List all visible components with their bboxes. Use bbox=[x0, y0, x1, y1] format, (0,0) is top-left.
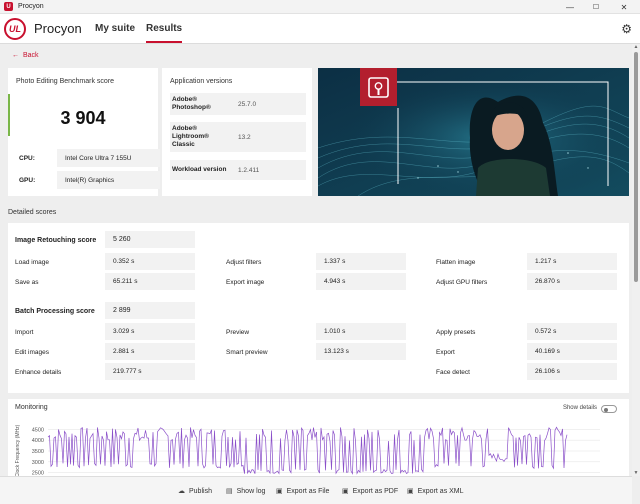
metric-label: Edit images bbox=[15, 349, 49, 356]
metric-value: 219.777 s bbox=[105, 363, 195, 380]
metric-label: Preview bbox=[226, 329, 250, 336]
publish-label: Publish bbox=[189, 487, 212, 495]
scroll-down-icon[interactable]: ▼ bbox=[632, 470, 640, 476]
metric-value: 26.106 s bbox=[527, 363, 617, 380]
export-pdf-label: Export as PDF bbox=[352, 487, 399, 495]
version-name: Adobe® Lightroom® Classic bbox=[172, 125, 209, 148]
metric-label: Flatten image bbox=[436, 259, 476, 266]
nav-results[interactable]: Results bbox=[146, 23, 183, 43]
metric-value: 1.217 s bbox=[527, 253, 617, 270]
app-header: UL Procyon My suite Results ⚙ bbox=[0, 14, 640, 44]
version-value: 25.7.0 bbox=[234, 93, 306, 115]
benchmark-hero-image bbox=[318, 68, 629, 196]
group-score: 2 899 bbox=[105, 302, 195, 319]
show-log-label: Show log bbox=[236, 487, 266, 495]
y-axis-label: Clock Frequency (MHz) bbox=[15, 424, 21, 476]
gear-icon[interactable]: ⚙ bbox=[621, 22, 632, 36]
document-icon: ▤ bbox=[226, 488, 233, 495]
publish-button[interactable]: ☁ Publish bbox=[178, 487, 212, 496]
metric-value: 3.029 s bbox=[105, 323, 195, 340]
y-tick-label: 4500 bbox=[32, 427, 44, 433]
export-file-button[interactable]: ▣ Export as File bbox=[276, 487, 330, 496]
group-title: Batch Processing score bbox=[15, 308, 95, 315]
hero-illustration bbox=[318, 68, 629, 196]
score-value: 3 904 bbox=[60, 108, 106, 128]
minimize-button[interactable]: — bbox=[558, 0, 582, 14]
nav-my-suite[interactable]: My suite bbox=[95, 23, 135, 34]
footer-bar: ☁ Publish ▤ Show log ▣ Export as File ▣ … bbox=[0, 476, 632, 504]
group-title: Image Retouching score bbox=[15, 237, 97, 244]
arrow-left-icon: ← bbox=[12, 52, 19, 59]
monitoring-chart: 45004000350030002500Clock Frequency (MHz… bbox=[15, 424, 600, 476]
cpu-label: CPU: bbox=[19, 155, 35, 162]
metric-label: Export image bbox=[226, 279, 265, 286]
metric-label: Save as bbox=[15, 279, 39, 286]
cpu-value: Intel Core Ultra 7 155U bbox=[57, 149, 160, 167]
metric-value: 2.881 s bbox=[105, 343, 195, 360]
back-label: Back bbox=[23, 52, 39, 59]
version-value: 13.2 bbox=[234, 122, 306, 152]
show-details-toggle[interactable] bbox=[601, 405, 617, 413]
monitoring-card: Monitoring Show details 4500 4000 3500 3000… bbox=[8, 399, 629, 476]
metric-label: Adjust filters bbox=[226, 259, 262, 266]
save-icon: ▣ bbox=[407, 488, 414, 495]
metric-label: Enhance details bbox=[15, 369, 62, 376]
metric-label: Face detect bbox=[436, 369, 470, 376]
metric-value: 1.010 s bbox=[316, 323, 406, 340]
frequency-series-line bbox=[47, 426, 568, 475]
save-icon: ▣ bbox=[276, 488, 283, 495]
metric-value: 4.943 s bbox=[316, 273, 406, 290]
metric-value: 40.169 s bbox=[527, 343, 617, 360]
export-xml-button[interactable]: ▣ Export as XML bbox=[407, 487, 464, 496]
export-xml-label: Export as XML bbox=[417, 487, 464, 495]
y-tick-label: 3500 bbox=[32, 449, 44, 455]
gpu-label: GPU: bbox=[19, 177, 36, 184]
metric-value: 13.123 s bbox=[316, 343, 406, 360]
show-log-button[interactable]: ▤ Show log bbox=[226, 487, 266, 496]
versions-title: Application versions bbox=[170, 78, 233, 85]
group-score: 5 260 bbox=[105, 231, 195, 248]
version-name: Workload version bbox=[172, 166, 227, 173]
y-tick-label: 4000 bbox=[32, 438, 44, 444]
metric-value: 65.211 s bbox=[105, 273, 195, 290]
y-tick-label: 3000 bbox=[32, 460, 44, 466]
version-value: 1.2.411 bbox=[234, 160, 306, 180]
detailed-scores-card: Image Retouching score 5 260 Load image … bbox=[8, 223, 629, 393]
vertical-scrollbar[interactable]: ▲ ▼ bbox=[632, 44, 640, 476]
metric-value: 26.870 s bbox=[527, 273, 617, 290]
window-title: Procyon bbox=[18, 3, 44, 10]
close-button[interactable]: ✕ bbox=[612, 0, 636, 14]
metric-value: 0.352 s bbox=[105, 253, 195, 270]
maximize-button[interactable]: ☐ bbox=[584, 0, 608, 14]
metric-label: Apply presets bbox=[436, 329, 476, 336]
app-icon: U bbox=[4, 2, 13, 11]
benchmark-score-card: Photo Editing Benchmark score 3 904 CPU:… bbox=[8, 68, 160, 196]
gpu-value: Intel(R) Graphics bbox=[57, 171, 160, 189]
export-file-label: Export as File bbox=[286, 487, 330, 495]
scroll-up-icon[interactable]: ▲ bbox=[632, 44, 640, 50]
metric-label: Export bbox=[436, 349, 455, 356]
metric-label: Smart preview bbox=[226, 349, 268, 356]
metric-value: 1.337 s bbox=[316, 253, 406, 270]
back-link[interactable]: ← Back bbox=[12, 52, 39, 59]
metric-label: Load image bbox=[15, 259, 49, 266]
monitoring-title: Monitoring bbox=[15, 404, 48, 411]
export-pdf-button[interactable]: ▣ Export as PDF bbox=[342, 487, 399, 496]
save-icon: ▣ bbox=[342, 488, 349, 495]
brand-name: Procyon bbox=[34, 21, 82, 36]
metric-label: Import bbox=[15, 329, 34, 336]
cloud-upload-icon: ☁ bbox=[178, 488, 185, 495]
version-name: Adobe® Photoshop® bbox=[172, 96, 211, 111]
show-details-label: Show details bbox=[562, 405, 597, 411]
scrollbar-thumb[interactable] bbox=[634, 52, 638, 282]
window-titlebar: U Procyon — ☐ ✕ bbox=[0, 0, 640, 14]
detailed-scores-heading: Detailed scores bbox=[8, 209, 57, 216]
metric-value: 0.572 s bbox=[527, 323, 617, 340]
score-title: Photo Editing Benchmark score bbox=[16, 78, 115, 85]
ul-logo: UL bbox=[4, 18, 26, 40]
application-versions-card: Application versions Adobe® Photoshop® 2… bbox=[162, 68, 312, 196]
metric-label: Adjust GPU filters bbox=[436, 279, 488, 286]
